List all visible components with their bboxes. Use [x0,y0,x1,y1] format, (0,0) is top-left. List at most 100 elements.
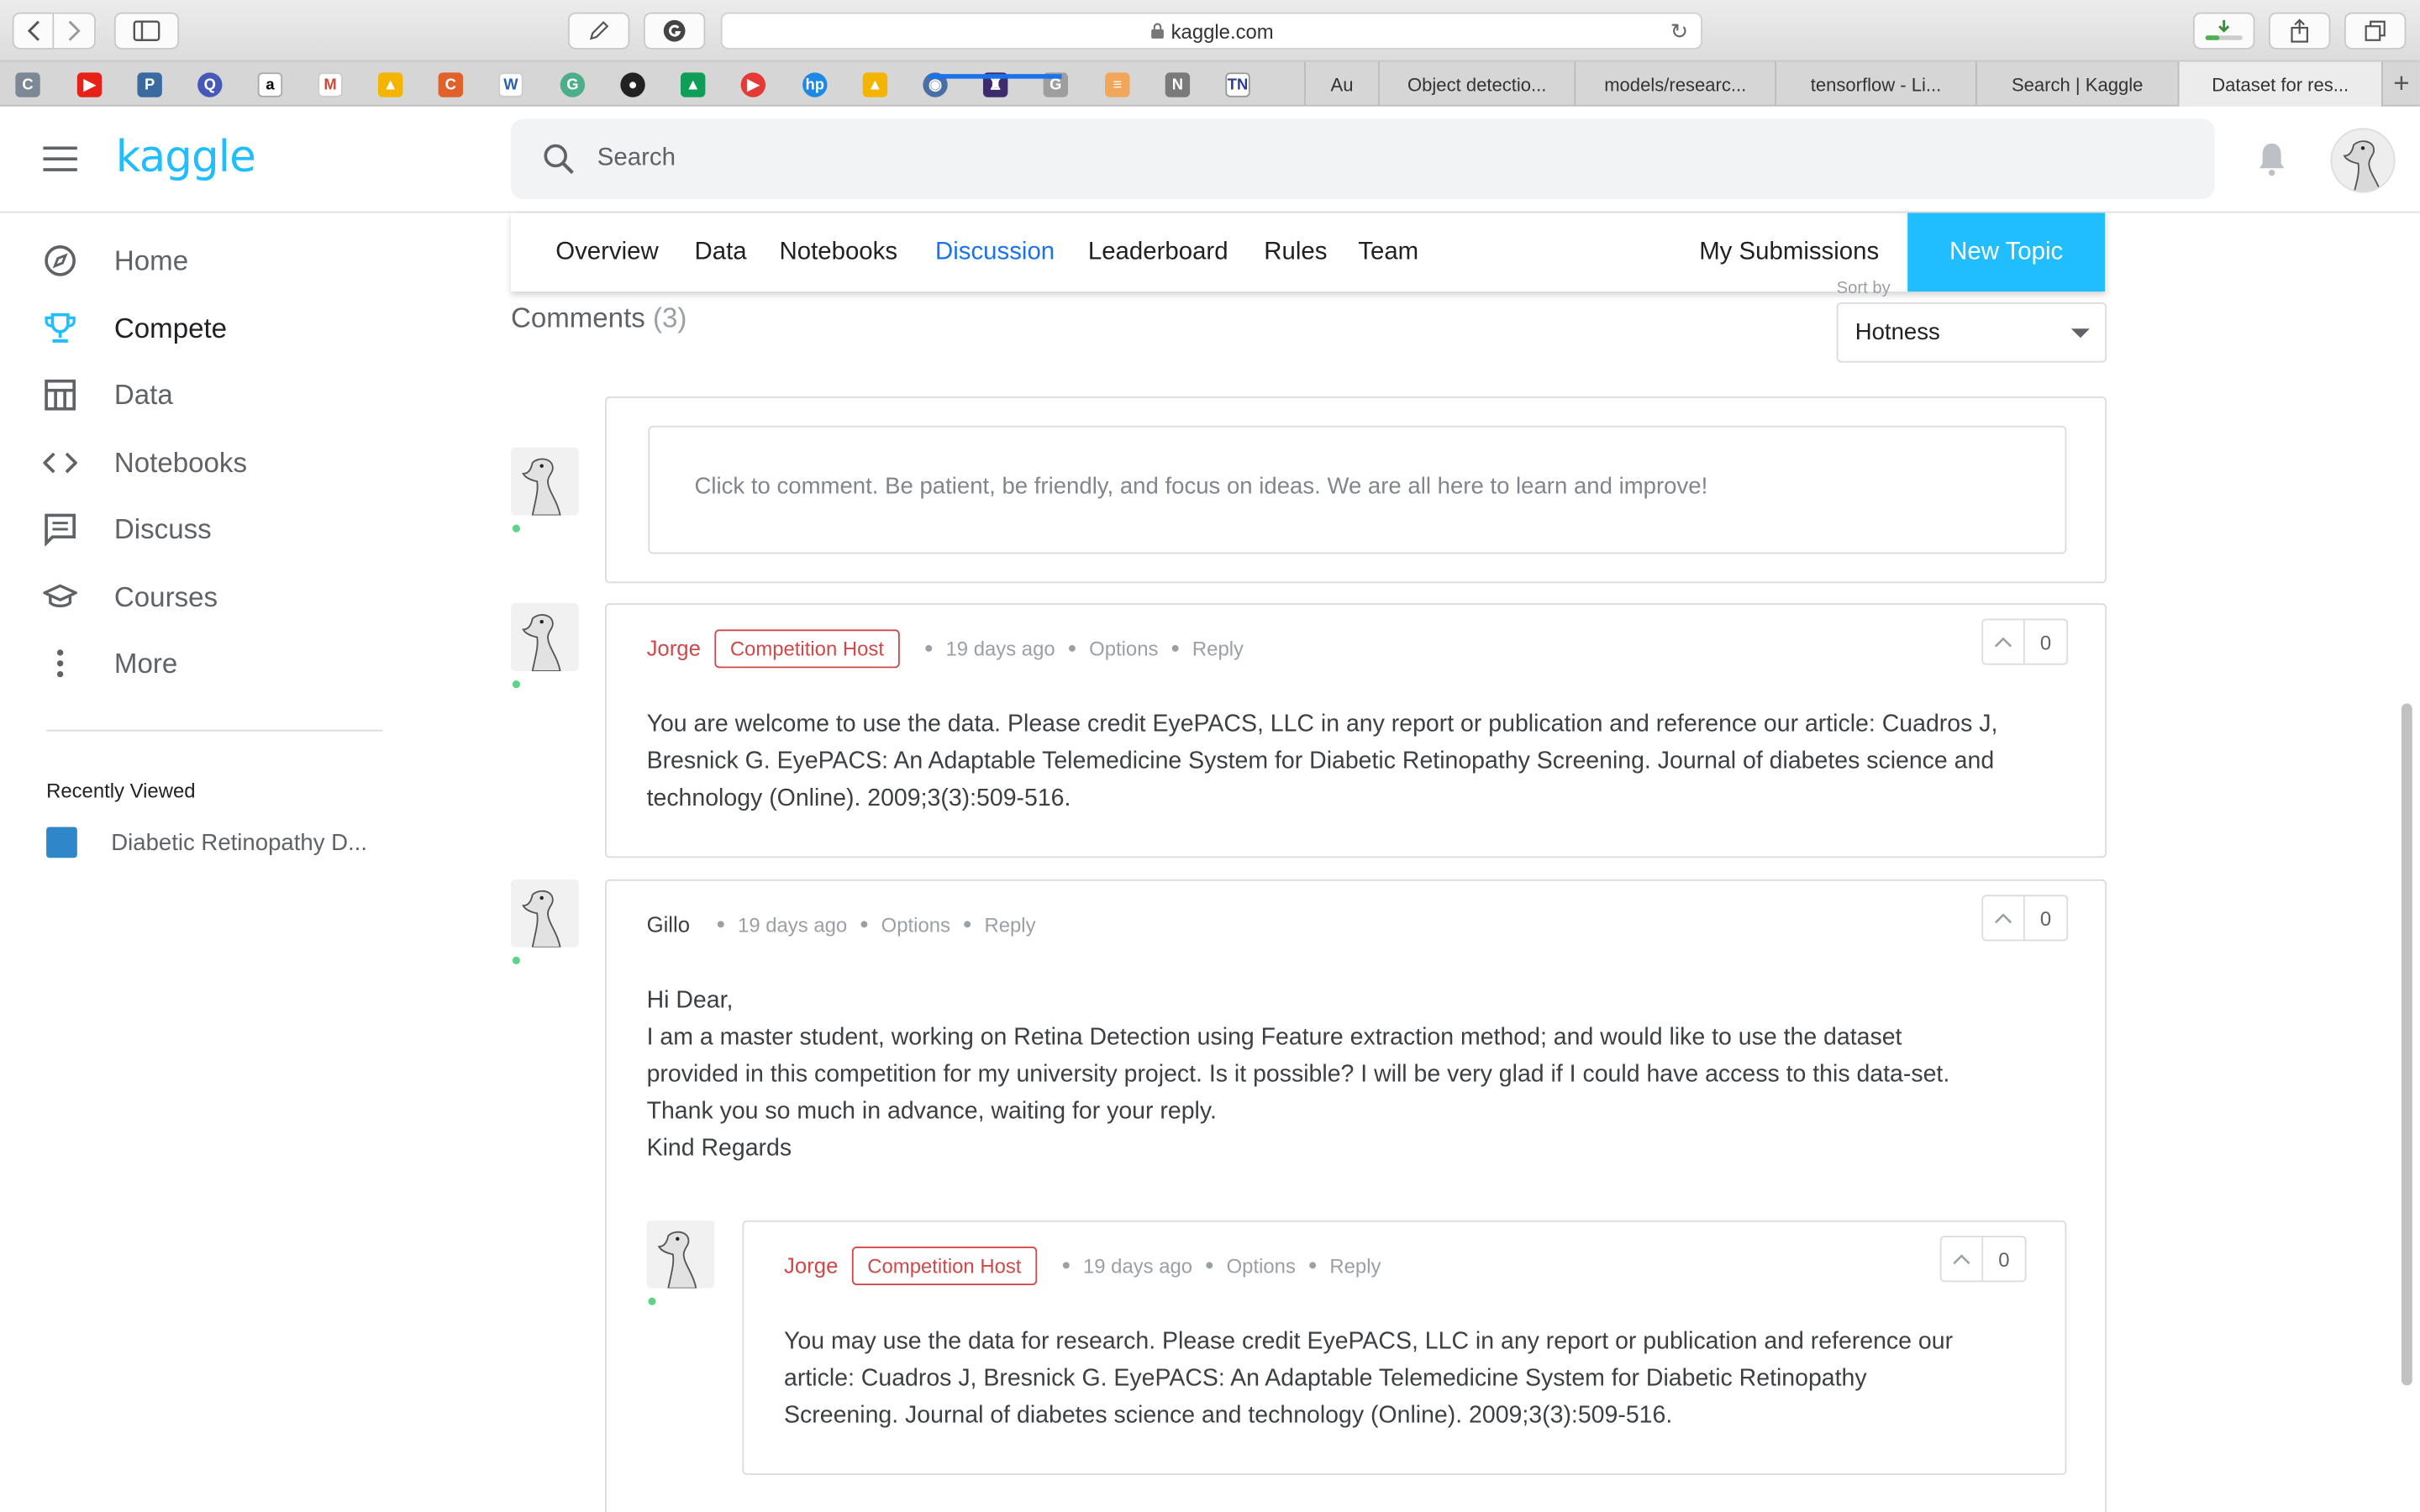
bookmark-youtube-icon[interactable]: ▶ [76,72,103,97]
sidebar-toggle-button[interactable] [113,12,180,50]
competition-host-badge: Competition Host [714,628,900,668]
tab-overview-button[interactable] [2344,12,2407,50]
grammarly-button[interactable] [643,12,706,50]
search-input[interactable]: Search [510,118,2215,199]
avatar[interactable] [646,1220,715,1289]
browser-tab[interactable]: Au [1304,61,1378,107]
tab-team[interactable]: Team [1358,239,1418,267]
tab-notebooks[interactable]: Notebooks [780,239,898,267]
share-button[interactable] [2268,12,2331,50]
chevron-left-icon [26,20,39,41]
reply-link[interactable]: Reply [1192,637,1244,660]
comment-author[interactable]: Gillo [647,911,690,936]
options-link[interactable]: Options [1227,1253,1296,1277]
sidebar-item-courses[interactable]: Courses [43,574,413,620]
downloads-button[interactable] [2192,12,2255,50]
comment-line: provided in this competition for my univ… [646,1061,1950,1088]
tab-label: Dataset for res... [2212,73,2349,95]
goose-avatar-icon [522,890,561,948]
bookmark-wp-icon[interactable]: W [498,72,523,97]
chevron-up-icon [1994,913,2012,924]
bookmark-drive2-icon[interactable]: ▲ [680,72,706,97]
sidebar-item-home[interactable]: Home [43,238,413,284]
reply-link[interactable]: Reply [984,912,1035,936]
bookmark-q-icon[interactable]: Q [197,72,223,97]
sidebar-item-data[interactable]: Data [43,372,413,418]
competition-host-badge: Competition Host [851,1246,1037,1285]
online-status-dot [648,1297,656,1305]
comment-meta: Jorge Competition Host ● 19 days ago ● O… [784,1246,1381,1285]
reload-icon[interactable]: ↻ [1670,18,1689,45]
reply-card: Jorge Competition Host ● 19 days ago ● O… [742,1220,2067,1475]
browser-tab-active[interactable]: Dataset for res... [2177,61,2382,107]
avatar[interactable] [510,603,579,671]
notification-bell-icon[interactable] [2254,140,2291,177]
tab-label: Object detectio... [1407,73,1547,95]
bookmark-c-orange-icon[interactable]: C [438,72,464,97]
options-link[interactable]: Options [1089,637,1158,660]
options-link[interactable]: Options [881,912,950,936]
forward-button[interactable] [54,12,96,50]
hamburger-menu-icon[interactable] [43,146,77,171]
sidebar-item-more[interactable]: More [43,640,413,686]
tab-my-submissions[interactable]: My Submissions [1699,239,1879,267]
meta-separator: ● [1171,639,1181,657]
sort-dropdown[interactable]: Hotness [1836,302,2107,363]
bookmark-c-icon[interactable]: C [15,72,40,97]
download-progress-icon [2205,19,2243,40]
avatar[interactable] [510,879,579,948]
tab-label: models/researc... [1604,73,1747,95]
comment-author[interactable]: Jorge [647,636,701,660]
comment-author[interactable]: Jorge [784,1252,838,1277]
bookmark-n-icon[interactable]: N [1165,72,1191,97]
tab-overview[interactable]: Overview [555,239,658,267]
bookmark-drive-icon[interactable]: ▲ [377,72,403,97]
vote-widget: 0 [1981,618,2069,665]
bookmark-stack-icon[interactable]: ≡ [1105,72,1130,97]
bookmark-github-icon[interactable]: ● [620,72,645,97]
pencil-icon [589,21,609,40]
sidebar-item-discuss[interactable]: Discuss [43,506,413,552]
meta-separator: ● [923,639,934,657]
tab-discussion[interactable]: Discussion [935,239,1055,267]
bookmark-amazon-icon[interactable]: a [257,72,283,97]
comment-input[interactable]: Click to comment. Be patient, be friendl… [648,425,2067,554]
bookmark-hp-icon[interactable]: hp [802,72,828,97]
kaggle-logo[interactable]: kaggle [116,131,256,182]
new-topic-button[interactable]: New Topic [1907,213,2106,292]
tab-rules[interactable]: Rules [1264,239,1327,267]
browser-tab[interactable]: tensorflow - Li... [1775,61,1975,107]
scrollbar[interactable] [2401,703,2412,1386]
bookmark-tn-icon[interactable]: TN [1225,72,1250,97]
reply-link[interactable]: Reply [1329,1253,1381,1277]
back-button[interactable] [12,12,55,50]
bookmark-grammarly-icon[interactable]: G [560,72,586,97]
tab-leaderboard[interactable]: Leaderboard [1088,239,1228,267]
comment-body: You are welcome to use the data. Please … [647,706,2082,817]
browser-tab[interactable]: Object detectio... [1378,61,1574,107]
goose-avatar-icon [657,1231,697,1289]
annotate-button[interactable] [567,12,630,50]
goose-avatar-icon [522,614,561,671]
avatar[interactable] [510,447,579,516]
user-avatar[interactable] [2330,128,2396,193]
recently-viewed-item[interactable]: Diabetic Retinopathy D... [46,827,367,858]
browser-tab[interactable]: models/researc... [1574,61,1775,107]
bookmark-p-icon[interactable]: P [137,72,162,97]
tab-data[interactable]: Data [695,239,747,267]
bookmark-drive3-icon[interactable]: ▲ [862,72,888,97]
new-tab-button[interactable]: + [2381,61,2420,107]
sidebar-item-label: Notebooks [113,446,247,478]
page: kaggle.com ↻ C ▶ P Q a M ▲ C W G ● ▲ ▶ h… [0,0,2420,1512]
sidebar-item-notebooks[interactable]: Notebooks [43,439,413,486]
upvote-button[interactable] [1983,620,2025,664]
address-bar[interactable]: kaggle.com ↻ [720,12,1702,50]
sidebar-item-compete[interactable]: Compete [43,306,413,352]
bookmark-gmail-icon[interactable]: M [318,72,343,97]
upvote-button[interactable] [1983,896,2025,940]
upvote-button[interactable] [1942,1237,1984,1281]
bookmark-play-icon[interactable]: ▶ [740,72,766,97]
browser-tab[interactable]: Search | Kaggle [1975,61,2178,107]
comment-line: Kind Regards [646,1135,792,1163]
table-icon [45,379,76,411]
